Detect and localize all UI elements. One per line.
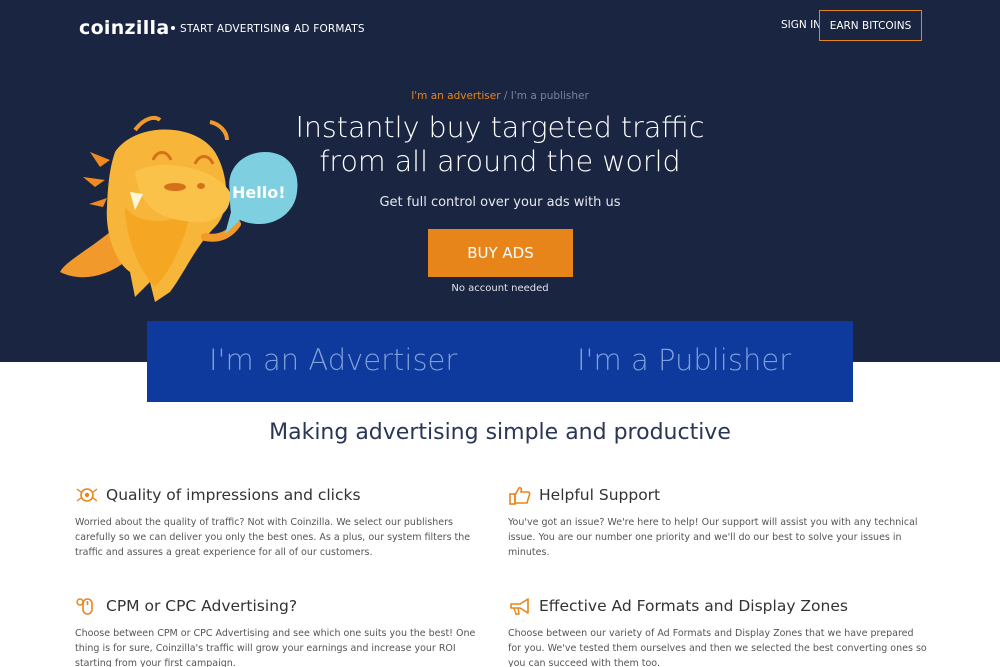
switch-publisher[interactable]: I'm a publisher (511, 90, 589, 102)
section-title: Making advertising simple and productive (269, 420, 731, 445)
feature-text: You've got an issue? We're here to help!… (508, 517, 918, 558)
switch-separator: / (500, 90, 511, 102)
audience-tabs: I'm an Advertiser I'm a Publisher (147, 321, 853, 402)
feature-title: Quality of impressions and clicks (106, 486, 361, 504)
nav-ad-formats[interactable]: AD FORMATS (285, 23, 365, 35)
feature-quality: Quality of impressions and clicks Worrie… (75, 484, 495, 560)
feature-text: Choose between our variety of Ad Formats… (508, 628, 927, 667)
mouse-icon (76, 598, 93, 615)
audience-switch: I'm an advertiser / I'm a publisher (0, 90, 1000, 102)
target-icon (76, 488, 98, 502)
tab-advertiser[interactable]: I'm an Advertiser (209, 343, 457, 377)
feature-title: Helpful Support (539, 486, 661, 504)
bubble-text: Hello! (232, 183, 286, 202)
feature-title: Effective Ad Formats and Display Zones (539, 597, 848, 615)
bullet-icon (171, 26, 175, 30)
megaphone-icon (510, 598, 529, 615)
feature-text: Choose between CPM or CPC Advertising an… (75, 628, 476, 667)
nav-label: AD FORMATS (294, 23, 365, 35)
bullet-icon (285, 26, 289, 30)
hero-section: coinzilla START ADVERTISING AD FORMATS S… (0, 0, 1000, 362)
feature-cpm-cpc: CPM or CPC Advertising? Choose between C… (75, 595, 495, 667)
earn-bitcoins-button[interactable]: EARN BITCOINS (819, 10, 922, 41)
switch-advertiser[interactable]: I'm an advertiser (411, 90, 500, 102)
nav-label: START ADVERTISING (180, 23, 290, 35)
sign-in-link[interactable]: SIGN IN (781, 19, 821, 31)
buy-ads-button[interactable]: BUY ADS (428, 229, 573, 277)
thumbs-up-icon (509, 486, 531, 505)
nav-start-advertising[interactable]: START ADVERTISING (171, 23, 290, 35)
feature-title: CPM or CPC Advertising? (106, 597, 298, 615)
logo[interactable]: coinzilla (79, 17, 169, 39)
feature-text: Worried about the quality of traffic? No… (75, 517, 471, 558)
tab-publisher[interactable]: I'm a Publisher (577, 343, 791, 377)
mascot-illustration: Hello! (60, 115, 298, 302)
feature-support: Helpful Support You've got an issue? We'… (508, 484, 928, 560)
feature-ad-formats: Effective Ad Formats and Display Zones C… (508, 595, 928, 667)
